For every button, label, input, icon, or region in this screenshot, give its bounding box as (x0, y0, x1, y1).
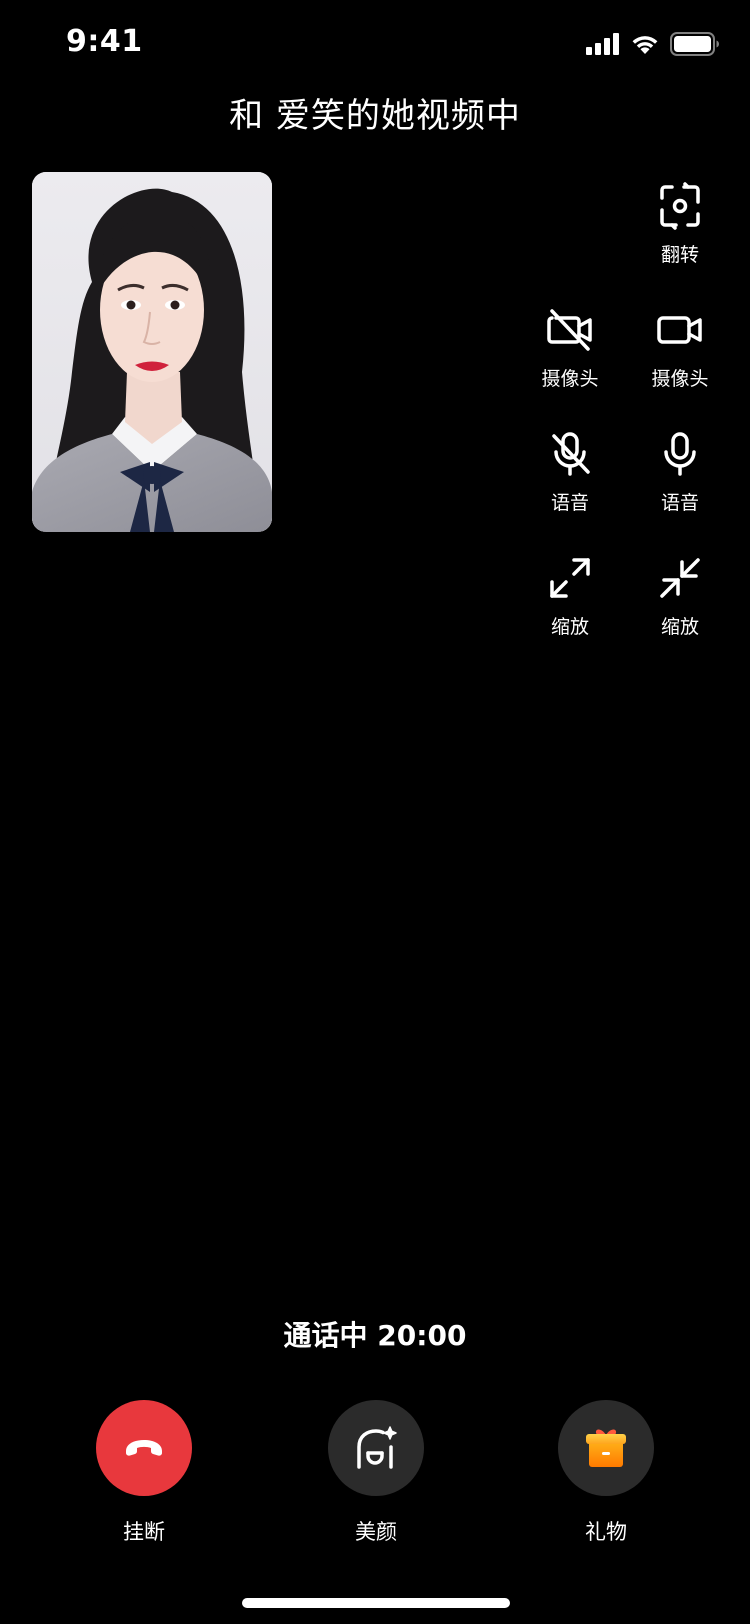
zoom-expand-label: 缩放 (550, 616, 589, 638)
call-status: 通话中 20:00 (283, 1319, 467, 1352)
gift-icon (586, 1429, 626, 1467)
phone-hangup-icon (126, 1440, 162, 1456)
camera-off-button[interactable]: 摄像头 (520, 302, 620, 391)
camera-off-icon (542, 302, 598, 358)
hangup-label: 挂断 (123, 1520, 165, 1544)
camera-on-label: 摄像头 (651, 368, 709, 390)
beauty-label: 美颜 (355, 1520, 397, 1544)
collapse-icon (652, 550, 708, 606)
caller-portrait (32, 172, 272, 532)
camera-flip-icon (652, 178, 708, 234)
call-title: 和 爱笑的她视频中 (229, 96, 521, 136)
gift-button[interactable] (558, 1400, 654, 1496)
gift-label: 礼物 (585, 1520, 627, 1544)
gift-action: 礼物 (546, 1400, 666, 1546)
mic-icon (652, 426, 708, 482)
expand-icon (542, 550, 598, 606)
mic-off-icon (542, 426, 598, 482)
mic-on-button[interactable]: 语音 (630, 426, 730, 515)
wifi-icon (632, 36, 658, 54)
mic-off-button[interactable]: 语音 (520, 426, 620, 515)
beauty-button[interactable] (328, 1400, 424, 1496)
zoom-expand-button[interactable]: 缩放 (520, 550, 620, 639)
camera-off-label: 摄像头 (541, 368, 599, 390)
home-indicator[interactable] (242, 1598, 510, 1608)
hangup-action: 挂断 (84, 1400, 204, 1546)
status-icons (586, 32, 720, 56)
status-bar: 9:41 (0, 0, 750, 90)
camera-icon (652, 302, 708, 358)
flip-camera-button[interactable]: 翻转 (630, 178, 730, 267)
mic-off-label: 语音 (550, 492, 589, 514)
remote-video-preview[interactable] (32, 172, 272, 532)
cellular-signal-icon (586, 33, 619, 55)
status-time: 9:41 (66, 24, 143, 59)
zoom-collapse-label: 缩放 (660, 616, 699, 638)
hangup-button[interactable] (96, 1400, 192, 1496)
zoom-collapse-button[interactable]: 缩放 (630, 550, 730, 639)
camera-on-button[interactable]: 摄像头 (630, 302, 730, 391)
beauty-icon (357, 1426, 397, 1469)
flip-label: 翻转 (660, 244, 699, 266)
mic-on-label: 语音 (660, 492, 699, 514)
battery-icon (670, 32, 719, 56)
beauty-action: 美颜 (316, 1400, 436, 1546)
